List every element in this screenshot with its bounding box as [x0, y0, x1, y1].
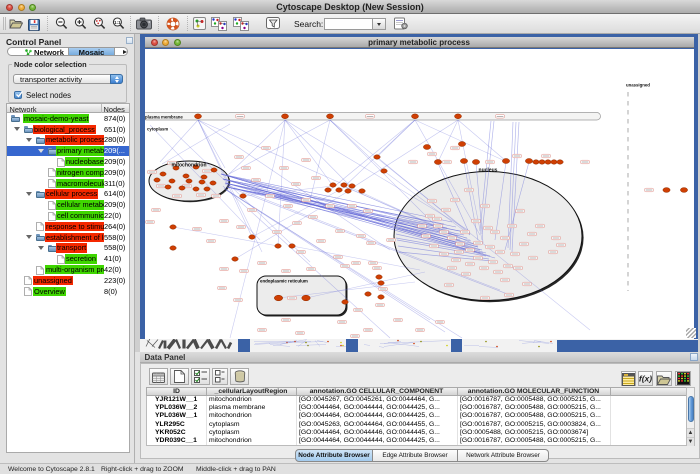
- svg-text:f(x): f(x): [639, 374, 652, 384]
- svg-text:nucleus: nucleus: [479, 168, 498, 174]
- svg-text:cytoplasm: cytoplasm: [147, 127, 168, 132]
- svg-text:unassigned: unassigned: [626, 83, 650, 88]
- svg-text:endoplasmic reticulum: endoplasmic reticulum: [260, 279, 308, 284]
- svg-text:mitochondrion: mitochondrion: [172, 163, 207, 169]
- svg-text:plasma membrane: plasma membrane: [145, 114, 183, 119]
- svg-text:1:1: 1:1: [114, 20, 121, 25]
